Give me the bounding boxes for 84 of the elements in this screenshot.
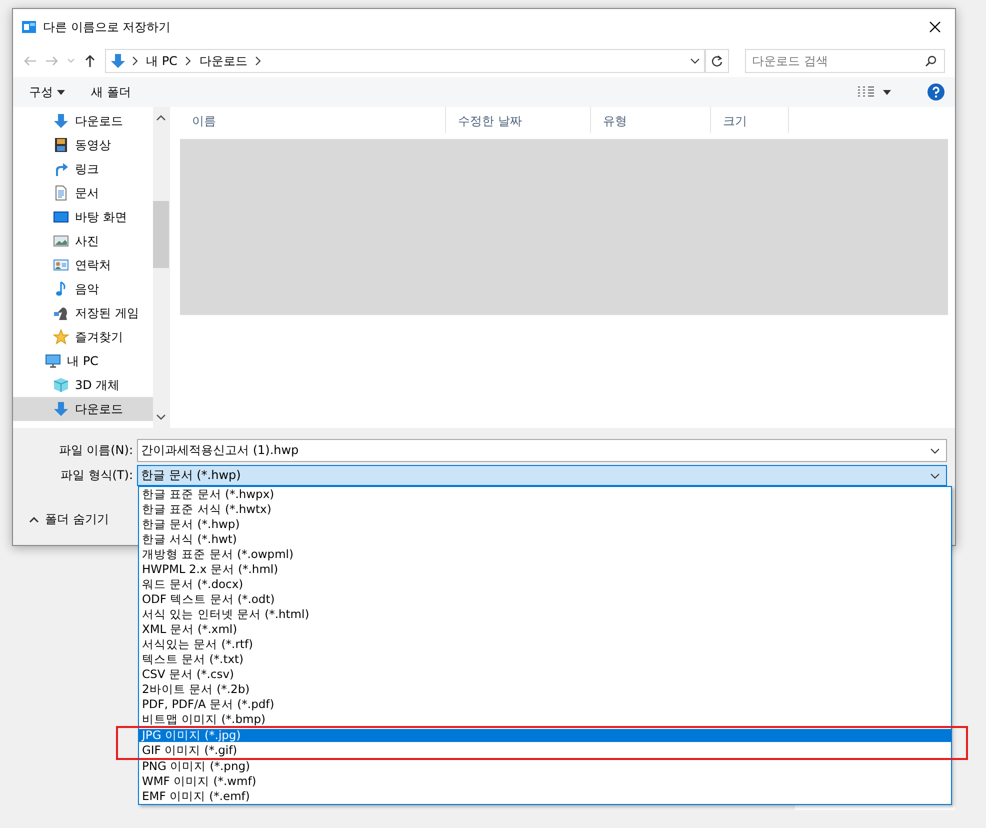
app-icon (21, 19, 37, 35)
caret-icon (57, 90, 65, 94)
dropdown-option[interactable]: PNG 이미지 (*.png) (139, 760, 951, 773)
sidebar-item[interactable]: 저장된 게임 (13, 301, 153, 325)
chevron-down-icon[interactable] (930, 448, 940, 454)
contact-card-icon (53, 257, 69, 273)
curved-arrow-icon (53, 161, 69, 177)
dropdown-option[interactable]: 서식 있는 인터넷 문서 (*.html) (139, 608, 951, 621)
dropdown-option[interactable]: XML 문서 (*.xml) (139, 623, 951, 636)
search-icon[interactable] (925, 55, 937, 67)
sidebar-item[interactable]: 3D 개체 (13, 373, 153, 397)
chevron-right-icon[interactable] (185, 56, 192, 66)
file-type-dropdown[interactable]: 한글 문서 (*.hwp) (137, 465, 947, 486)
hide-folders-button[interactable]: 폴더 숨기기 (23, 510, 115, 529)
breadcrumb-item[interactable]: 다운로드 (199, 52, 248, 70)
sidebar-item[interactable]: 문서 (13, 181, 153, 205)
landscape-picture-icon (53, 233, 69, 249)
dropdown-option[interactable]: PDF, PDF/A 문서 (*.pdf) (139, 698, 951, 711)
chevron-down-icon[interactable] (930, 472, 940, 478)
help-icon[interactable] (927, 83, 945, 101)
scrollbar[interactable] (153, 107, 169, 428)
dropdown-option[interactable]: 텍스트 문서 (*.txt) (139, 653, 951, 666)
dropdown-option[interactable]: WMF 이미지 (*.wmf) (139, 775, 951, 788)
field-label: 파일 형식(T): (59, 467, 134, 484)
dropdown-option[interactable]: EMF 이미지 (*.emf) (139, 790, 951, 803)
column-header[interactable]: 크기 (711, 107, 789, 133)
organize-button[interactable]: 구성 (23, 82, 71, 102)
dropdown-option[interactable]: 한글 서식 (*.hwt) (139, 533, 951, 546)
sidebar-item[interactable]: 다운로드 (13, 397, 153, 421)
dropdown-option[interactable]: CSV 문서 (*.csv) (139, 668, 951, 681)
close-icon[interactable] (929, 21, 941, 33)
address-bar[interactable]: 내 PC 다운로드 (105, 49, 705, 73)
document-icon (53, 185, 69, 201)
up-arrow-icon[interactable] (83, 54, 97, 68)
download-arrow-icon (53, 401, 69, 417)
sidebar-item[interactable]: 연락처 (13, 253, 153, 277)
computer-icon (45, 353, 61, 369)
chevron-up-icon (29, 516, 39, 522)
dropdown-option[interactable]: GIF 이미지 (*.gif) (139, 744, 951, 757)
monitor-icon (53, 209, 69, 225)
scroll-up-icon[interactable] (156, 115, 166, 121)
download-arrow-icon (110, 53, 126, 69)
scrollbar-thumb[interactable] (153, 201, 169, 268)
breadcrumb-item[interactable]: 내 PC (146, 52, 178, 70)
chevron-right-icon[interactable] (255, 56, 262, 66)
dropdown-option[interactable]: 비트맵 이미지 (*.bmp) (139, 713, 951, 726)
sidebar-item[interactable]: 다운로드 (13, 109, 153, 133)
column-header[interactable]: 수정한 날짜 (446, 107, 591, 133)
new-folder-button[interactable]: 새 폴더 (85, 82, 137, 102)
sidebar-item[interactable]: 동영상 (13, 133, 153, 157)
cube-icon (53, 377, 69, 393)
dropdown-option[interactable]: 개방형 표준 문서 (*.owpml) (139, 548, 951, 561)
chevron-right-icon[interactable] (132, 56, 138, 66)
film-icon (53, 137, 69, 153)
chevron-down-icon[interactable] (690, 58, 700, 64)
refresh-icon (711, 55, 723, 67)
caret-icon[interactable] (883, 90, 891, 94)
column-header[interactable]: 이름 (180, 107, 446, 133)
scroll-down-icon[interactable] (156, 414, 166, 420)
sidebar-item[interactable]: 바탕 화면 (13, 205, 153, 229)
dropdown-option[interactable]: HWPML 2.x 문서 (*.hml) (139, 563, 951, 576)
sidebar-item[interactable]: 링크 (13, 157, 153, 181)
window-title: 다른 이름으로 저장하기 (43, 18, 172, 36)
download-arrow-icon (53, 113, 69, 129)
field-label: 파일 이름(N): (58, 442, 134, 459)
dropdown-option[interactable]: 한글 문서 (*.hwp) (139, 518, 951, 531)
sidebar-item[interactable]: 내 PC (13, 349, 153, 373)
dropdown-option[interactable]: 서식있는 문서 (*.rtf) (139, 638, 951, 651)
sidebar-item[interactable]: 즐겨찾기 (13, 325, 153, 349)
refresh-button[interactable] (705, 49, 729, 73)
star-icon (53, 329, 69, 345)
column-header[interactable]: 유형 (591, 107, 711, 133)
search-field[interactable]: 다운로드 검색 (745, 49, 945, 73)
sidebar-item[interactable]: 사진 (13, 229, 153, 253)
dropdown-option[interactable]: 워드 문서 (*.docx) (139, 578, 951, 591)
file-name-field[interactable]: 간이과세적용신고서 (1).hwp (137, 439, 947, 462)
dropdown-option[interactable]: ODF 텍스트 문서 (*.odt) (139, 593, 951, 606)
view-list-icon[interactable] (857, 86, 875, 98)
sidebar-item[interactable]: 음악 (13, 277, 153, 301)
dropdown-option[interactable]: 2바이트 문서 (*.2b) (139, 683, 951, 696)
chess-piece-icon (53, 305, 69, 321)
dropdown-option[interactable]: 한글 표준 서식 (*.hwtx) (139, 503, 951, 516)
dropdown-option[interactable]: 한글 표준 문서 (*.hwpx) (139, 488, 951, 501)
dropdown-option[interactable]: JPG 이미지 (*.jpg) (139, 729, 951, 742)
